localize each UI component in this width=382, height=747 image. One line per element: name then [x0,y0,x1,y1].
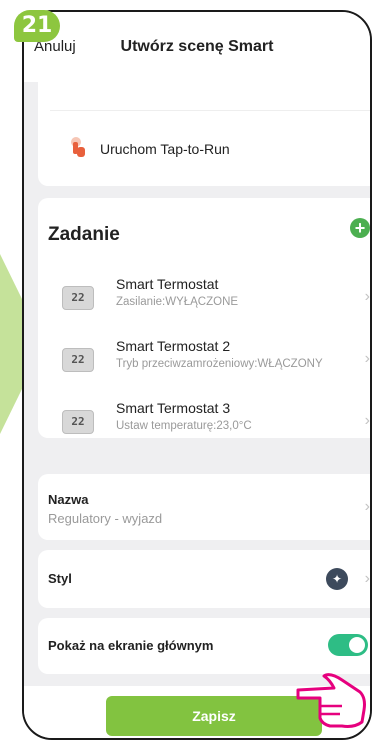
show-on-home-label: Pokaż na ekranie głównym [48,638,214,653]
device-action: Ustaw temperaturę:23,0°C [116,420,252,432]
name-value: Regulatory - wyjazd [48,511,163,526]
chevron-right-icon: › [364,350,370,367]
phone-frame: Anuluj Utwórz scenę Smart Uruchom Tap-to… [22,10,372,740]
task-section-title: Zadanie [48,224,120,245]
style-label: Styl [48,571,72,586]
style-row[interactable]: Styl ✦ › [38,550,370,608]
device-name: Smart Termostat 2 [116,338,231,354]
run-card: Uruchom Tap-to-Run [38,82,370,186]
device-action: Zasilanie:WYŁĄCZONE [116,296,239,308]
toggle-knob [349,637,365,653]
thermostat-icon: 22 [62,286,94,310]
divider [50,110,370,111]
page-title: Utwórz scenę Smart [120,38,274,55]
task-row[interactable]: 22 Smart Termostat Zasilanie:WYŁĄCZONE › [38,276,370,332]
name-label: Nazwa [48,492,89,507]
task-row[interactable]: 22 Smart Termostat 3 Ustaw temperaturę:2… [38,400,370,456]
chevron-right-icon: › [364,288,370,305]
task-card: Zadanie + 22 Smart Termostat Zasilanie:W… [38,198,370,438]
scene-style-icon: ✦ [326,568,348,590]
thermostat-icon: 22 [62,410,94,434]
step-number-badge: 21 [14,10,60,42]
device-action: Tryb przeciwzamrożeniowy:WŁĄCZONY [116,358,323,370]
device-name: Smart Termostat 3 [116,400,231,416]
tap-hand-icon [71,137,85,157]
run-label[interactable]: Uruchom Tap-to-Run [100,141,230,157]
chevron-right-icon: › [364,570,370,587]
add-task-button[interactable]: + [350,218,370,238]
task-row[interactable]: 22 Smart Termostat 2 Tryb przeciwzamroże… [38,338,370,394]
thermostat-icon: 22 [62,348,94,372]
chevron-right-icon: › [364,412,370,429]
name-row[interactable]: Nazwa Regulatory - wyjazd › [38,474,370,540]
header: Anuluj Utwórz scenę Smart [24,12,370,82]
chevron-right-icon: › [364,498,370,515]
pointing-hand-icon [296,673,366,728]
device-name: Smart Termostat [116,276,219,292]
